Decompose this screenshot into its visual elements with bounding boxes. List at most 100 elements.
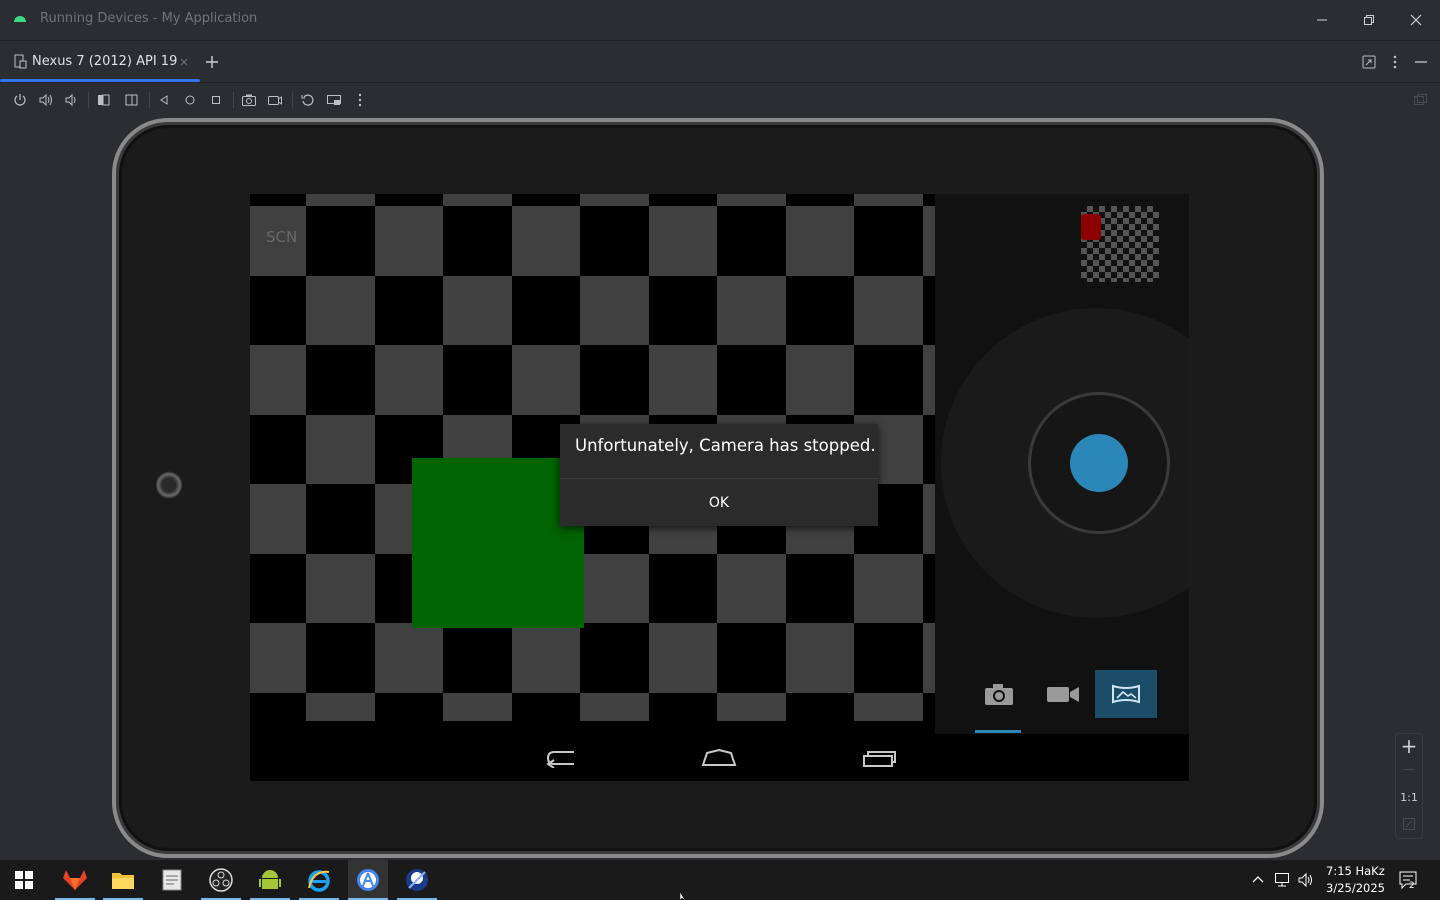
minimize-button[interactable] bbox=[1307, 8, 1337, 32]
checkerboard-square bbox=[306, 194, 375, 206]
home-icon bbox=[185, 95, 195, 105]
taskbar-app-android[interactable] bbox=[250, 860, 290, 900]
ie-icon bbox=[308, 870, 330, 892]
window-copy-button[interactable] bbox=[1412, 92, 1428, 108]
fit-screen-button[interactable] bbox=[1396, 816, 1422, 835]
checkerboard-square bbox=[443, 194, 512, 206]
start-button[interactable] bbox=[4, 860, 44, 900]
checkerboard-square bbox=[854, 553, 923, 623]
taskbar-app-gitlab[interactable] bbox=[55, 860, 95, 900]
taskbar-app-file-explorer[interactable] bbox=[103, 860, 143, 900]
volume-icon[interactable] bbox=[1297, 872, 1315, 888]
taskbar-app-android-studio[interactable] bbox=[348, 860, 388, 900]
toolbar-divider bbox=[88, 92, 89, 108]
tab-close-icon[interactable]: × bbox=[179, 55, 189, 69]
dialog-ok-button[interactable]: OK bbox=[560, 479, 878, 526]
nav-home-button[interactable] bbox=[699, 744, 739, 772]
checkerboard-square bbox=[374, 345, 443, 415]
front-camera bbox=[156, 470, 182, 500]
power-button[interactable] bbox=[12, 92, 28, 108]
checkerboard-square bbox=[854, 194, 923, 206]
more-vert-icon bbox=[358, 93, 362, 107]
notifications-icon[interactable] bbox=[1398, 870, 1418, 890]
toolbar-divider bbox=[233, 92, 234, 108]
checkerboard-square bbox=[785, 206, 854, 276]
tab-nexus-7[interactable]: Nexus 7 (2012) API 19 × bbox=[0, 41, 200, 82]
back-icon bbox=[546, 751, 574, 768]
volume-down-button[interactable] bbox=[63, 92, 79, 108]
zoom-out-button[interactable]: — bbox=[1396, 762, 1422, 776]
checkerboard-square bbox=[580, 553, 649, 623]
taskbar-app-obs[interactable] bbox=[201, 860, 241, 900]
more-icon[interactable] bbox=[1386, 53, 1404, 71]
back-button[interactable] bbox=[156, 92, 172, 108]
home-button[interactable] bbox=[182, 92, 198, 108]
rotate-left-button[interactable] bbox=[96, 92, 112, 108]
mirror-button[interactable] bbox=[326, 92, 342, 108]
error-dialog: Unfortunately, Camera has stopped. OK bbox=[560, 424, 878, 526]
checkerboard-square bbox=[580, 275, 649, 345]
mouse-cursor-icon bbox=[680, 892, 686, 900]
checkerboard-square bbox=[922, 206, 935, 276]
nav-back-button[interactable] bbox=[541, 744, 581, 772]
android-icon bbox=[259, 870, 281, 889]
green-object bbox=[412, 458, 584, 628]
checkerboard-square bbox=[511, 345, 580, 415]
add-tab-icon[interactable] bbox=[203, 53, 221, 71]
rotate-right-button[interactable] bbox=[123, 92, 139, 108]
obs-icon bbox=[209, 868, 233, 892]
reset-button[interactable] bbox=[300, 92, 316, 108]
overview-button[interactable] bbox=[208, 92, 224, 108]
toolbar-divider bbox=[149, 92, 150, 108]
minimize-icon bbox=[1317, 19, 1327, 21]
checkerboard-square bbox=[443, 275, 512, 345]
volume-up-button[interactable] bbox=[38, 92, 54, 108]
checkerboard-square bbox=[785, 623, 854, 693]
scene-mode-label[interactable]: SCN bbox=[266, 228, 297, 246]
tab-bar: Nexus 7 (2012) API 19 × bbox=[0, 40, 1440, 82]
taskbar-app-ie[interactable] bbox=[299, 860, 339, 900]
minimize-panel-icon[interactable] bbox=[1412, 53, 1430, 71]
actual-size-button[interactable]: 1:1 bbox=[1396, 791, 1422, 804]
checkerboard-square bbox=[306, 692, 375, 721]
checkerboard-square bbox=[511, 206, 580, 276]
mirror-icon bbox=[327, 95, 341, 105]
window-title: Running Devices - My Application bbox=[40, 11, 258, 26]
checkerboard-square bbox=[580, 194, 649, 206]
gitlab-icon bbox=[63, 870, 87, 890]
layout-icon[interactable] bbox=[1360, 53, 1378, 71]
notification-count: 2 bbox=[1409, 881, 1415, 891]
thumbnail-red-mark bbox=[1081, 214, 1101, 240]
nav-recents-button[interactable] bbox=[859, 744, 899, 772]
taskbar-clock-time[interactable]: 7:15 HaKz bbox=[1326, 864, 1385, 878]
checkerboard-square bbox=[511, 623, 580, 693]
checkerboard-square bbox=[374, 206, 443, 276]
more-options-button[interactable] bbox=[352, 92, 368, 108]
recents-icon bbox=[863, 751, 896, 767]
photo-mode-button[interactable] bbox=[969, 670, 1029, 718]
shutter-button[interactable] bbox=[1070, 434, 1128, 492]
panorama-mode-button[interactable] bbox=[1095, 670, 1157, 718]
network-icon[interactable] bbox=[1273, 872, 1291, 888]
screenshot-button[interactable] bbox=[241, 92, 257, 108]
zoom-in-button[interactable]: + bbox=[1396, 734, 1422, 758]
checkerboard-square bbox=[717, 275, 786, 345]
file-explorer-icon bbox=[112, 873, 134, 889]
taskbar-app-emulator[interactable] bbox=[397, 860, 437, 900]
android-studio-logo-icon bbox=[14, 16, 26, 22]
video-icon bbox=[1047, 687, 1079, 702]
restore-button[interactable] bbox=[1354, 8, 1384, 32]
show-hidden-icons-icon[interactable] bbox=[1251, 873, 1265, 887]
rotate-right-icon bbox=[125, 94, 138, 106]
screen-record-button[interactable] bbox=[267, 92, 283, 108]
panorama-icon bbox=[1112, 684, 1140, 704]
taskbar-clock-date[interactable]: 3/25/2025 bbox=[1326, 881, 1385, 895]
close-button[interactable] bbox=[1401, 8, 1431, 32]
taskbar-app-notepad[interactable] bbox=[152, 860, 192, 900]
checkerboard-square bbox=[854, 692, 923, 721]
video-mode-button[interactable] bbox=[1033, 670, 1093, 718]
mode-indicator bbox=[975, 730, 1021, 733]
volume-down-icon bbox=[65, 93, 76, 107]
tab-label: Nexus 7 (2012) API 19 bbox=[32, 54, 178, 69]
checkerboard-square bbox=[854, 275, 923, 345]
